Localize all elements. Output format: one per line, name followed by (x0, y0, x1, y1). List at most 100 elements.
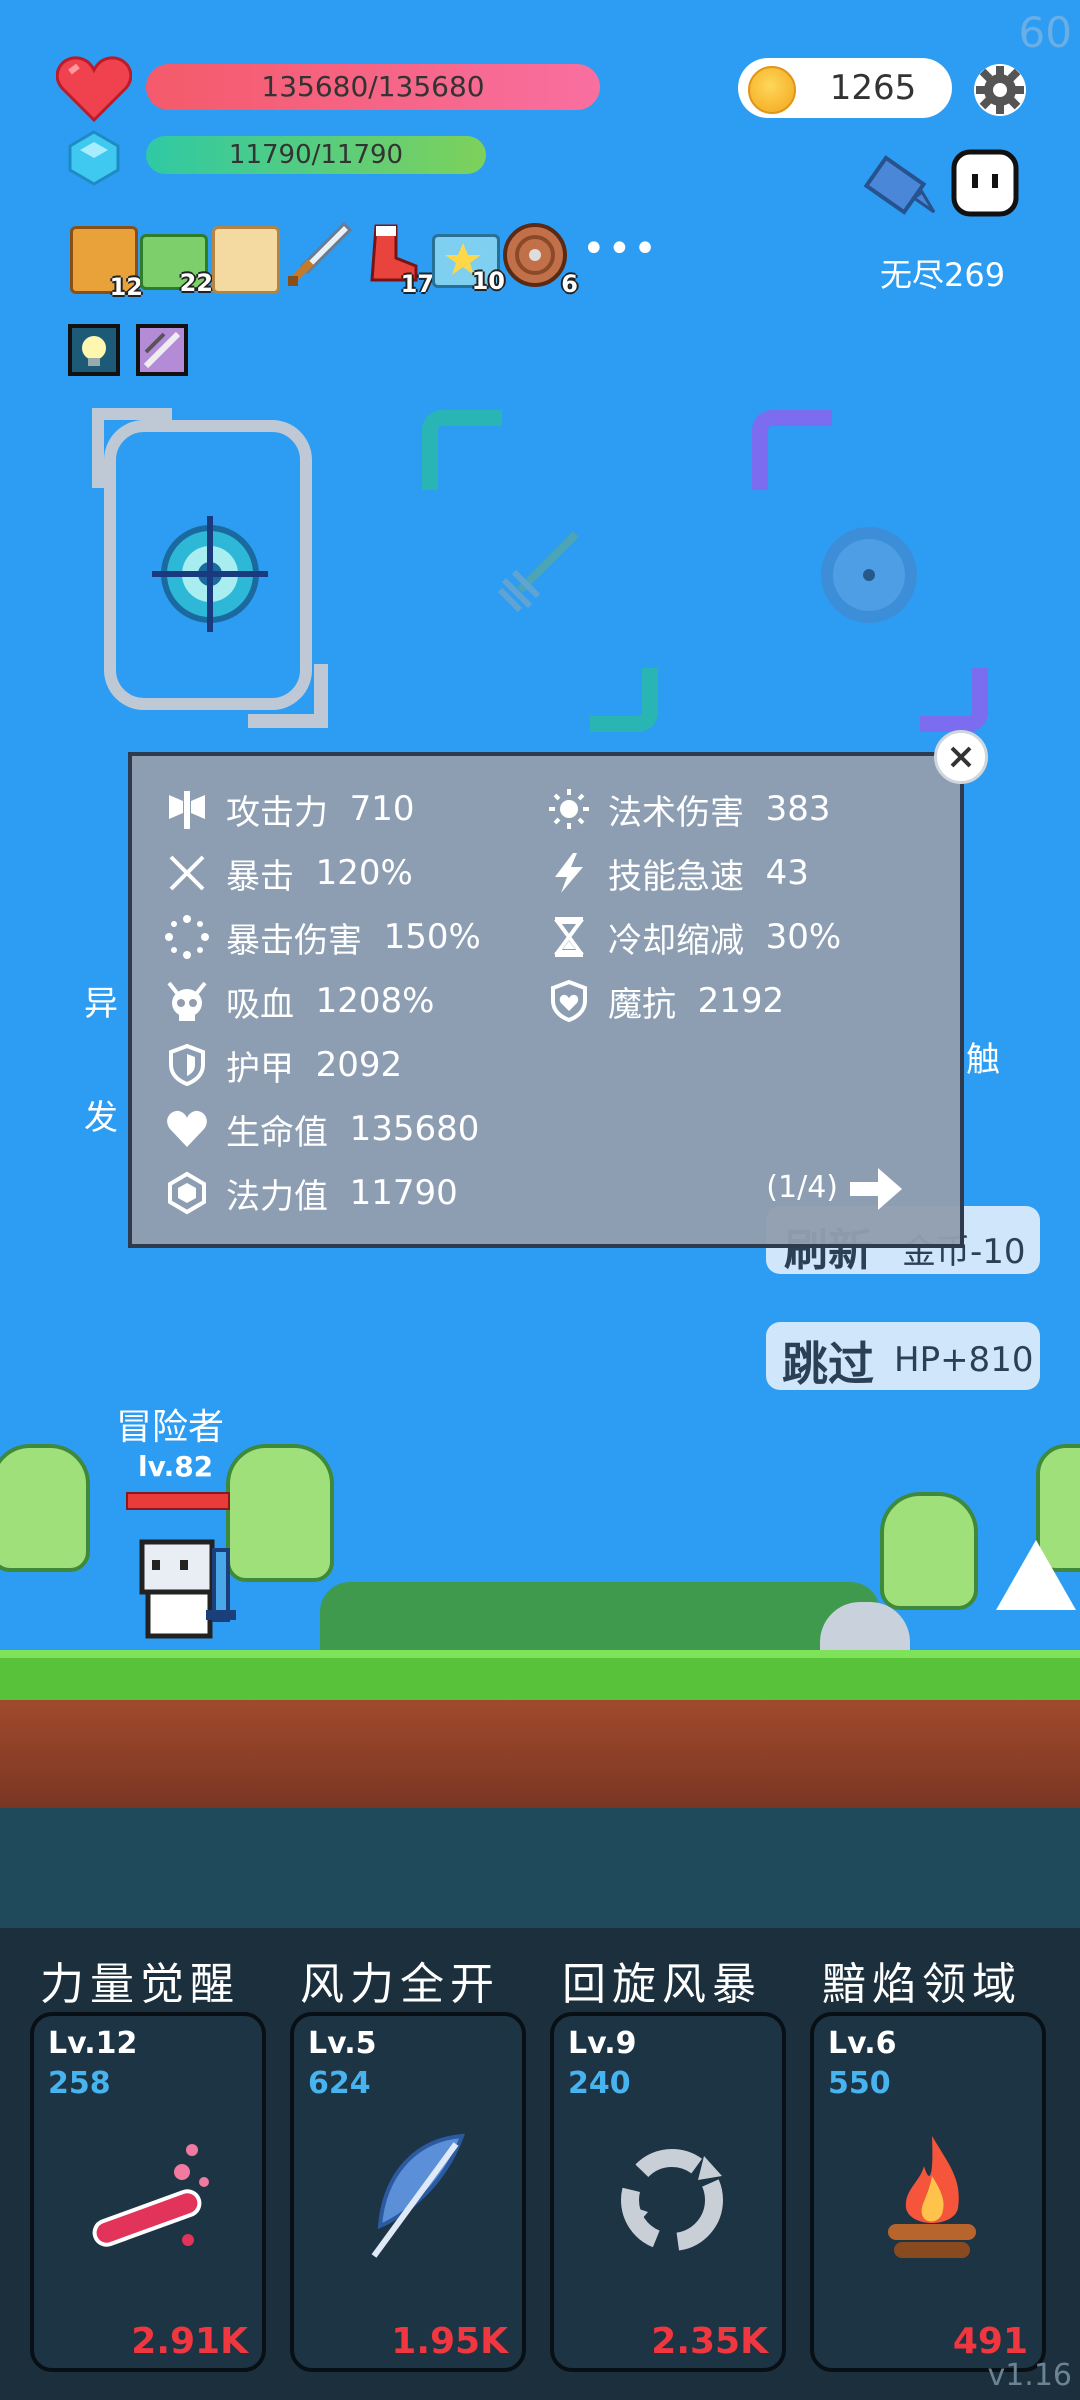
stat-value: 120% (315, 853, 413, 893)
stat-value: 2092 (315, 1045, 403, 1085)
stat-value: 710 (349, 789, 415, 829)
stat-magic-resist: 魔抗 2192 (544, 976, 784, 1026)
skip-label: 跳过 (782, 1337, 874, 1391)
sword-icon[interactable] (284, 220, 354, 290)
skill-damage: 491 (952, 2321, 1028, 2362)
next-page-arrow-icon[interactable] (848, 1164, 904, 1214)
skip-button[interactable]: 跳过 HP+810 (766, 1322, 1040, 1391)
fish-icon[interactable] (862, 146, 942, 226)
shield-round-icon[interactable]: 6 (502, 222, 578, 298)
hidden-label-left-top: 异 (84, 984, 118, 1024)
skill-level: Lv.9 (568, 2026, 637, 2061)
stat-value: 135680 (349, 1109, 480, 1149)
campfire-icon (864, 2116, 1000, 2276)
stat-value: 383 (765, 789, 831, 829)
hp-bar: 135680/135680 (146, 64, 600, 110)
endless-stage-label: 无尽269 (880, 256, 1006, 294)
skill-cost: 624 (308, 2066, 371, 2101)
cash-icon[interactable]: 22 (140, 234, 213, 297)
ground-dirt (0, 1700, 1080, 1808)
skill-title: 力量觉醒 (40, 1959, 240, 2010)
close-icon[interactable] (934, 730, 988, 784)
selection-corner (248, 664, 328, 728)
mp-bar: 11790/11790 (146, 136, 486, 174)
tent (996, 1540, 1076, 1610)
coin-counter: 1265 (738, 58, 952, 118)
selection-corner (920, 668, 988, 732)
skill-card-wind[interactable]: Lv.5 624 1.95K (290, 2012, 526, 2372)
crosshair-icon[interactable] (148, 512, 272, 636)
stat-label: 魔抗 (608, 984, 676, 1025)
cycle-icon (604, 2116, 740, 2276)
stat-value: 2192 (697, 981, 785, 1021)
pitchfork-icon[interactable] (490, 520, 590, 620)
stat-label: 暴击伤害 (226, 920, 362, 961)
skill-card-dark-flame[interactable]: Lv.6 550 491 (810, 2012, 1046, 2372)
stat-label: 冷却缩减 (608, 920, 744, 961)
stat-value: 150% (383, 917, 481, 957)
sawblade-icon[interactable] (814, 520, 924, 630)
skill-cost: 240 (568, 2066, 631, 2101)
skill-damage: 2.91K (131, 2321, 248, 2362)
stats-popup: 攻击力 710 暴击 120% 暴击伤害 150% 吸血 1208% 护甲 20… (128, 752, 964, 1248)
stat-cooldown-reduction: 冷却缩减 30% (544, 912, 841, 962)
blade-buff-icon[interactable] (136, 324, 188, 376)
stat-value: 30% (765, 917, 842, 957)
stat-label: 暴击 (226, 856, 294, 897)
skill-title: 风力全开 (300, 1959, 500, 2010)
stat-ability-haste: 技能急速 43 (544, 848, 809, 898)
stat-spell-damage: 法术伤害 383 (544, 784, 831, 834)
skill-title: 黯焰领域 (822, 1959, 1022, 2010)
hidden-label-left-bottom: 发 (84, 1098, 118, 1138)
feather-icon (344, 2116, 480, 2276)
ghost-icon[interactable] (948, 146, 1022, 222)
coin-amount: 1265 (829, 68, 917, 108)
hidden-label-right: 触 (966, 1040, 1000, 1080)
hero-hp-bar (126, 1492, 230, 1510)
boot-icon[interactable]: 17 (362, 222, 434, 298)
hero-name: 冒险者 (116, 1407, 225, 1448)
selection-corner (590, 668, 658, 732)
star-card-icon[interactable]: 10 (432, 234, 505, 295)
scroll-icon[interactable] (212, 226, 280, 294)
lightning-icon (544, 848, 594, 898)
dotted-circle-icon (162, 912, 212, 962)
hourglass-icon (544, 912, 594, 962)
page-indicator: (1/4) (766, 1170, 838, 1205)
gear-icon[interactable] (968, 58, 1032, 122)
skill-title: 回旋风暴 (562, 1959, 762, 2010)
stat-label: 法术伤害 (608, 792, 744, 833)
stat-value: 11790 (349, 1173, 458, 1213)
axe-icon (162, 784, 212, 834)
selection-corner (752, 410, 832, 490)
stat-label: 吸血 (226, 984, 294, 1025)
heart-shield-icon (544, 976, 594, 1026)
lightbulb-buff-icon[interactable] (68, 324, 120, 376)
skill-card-strength[interactable]: Lv.12 258 2.91K (30, 2012, 266, 2372)
skill-cost: 550 (828, 2066, 891, 2101)
shield-icon (162, 1040, 212, 1090)
tree (880, 1492, 978, 1610)
crossed-swords-icon (162, 848, 212, 898)
bushes (320, 1582, 880, 1652)
skill-level: Lv.12 (48, 2026, 138, 2061)
skill-damage: 2.35K (651, 2321, 768, 2362)
hero-level: lv.82 (138, 1450, 214, 1483)
tree (0, 1444, 90, 1572)
item-count: 22 (179, 269, 213, 297)
stat-armor: 护甲 2092 (162, 1040, 402, 1090)
ground-grass (0, 1650, 1080, 1706)
coin-icon (748, 66, 796, 114)
skill-card-whirlwind[interactable]: Lv.9 240 2.35K (550, 2012, 786, 2372)
mana-crystal-icon (66, 130, 122, 186)
stat-value: 43 (765, 853, 809, 893)
item-count: 12 (109, 273, 143, 301)
skip-reward: HP+810 (894, 1340, 1034, 1380)
stat-mana: 法力值 11790 (162, 1168, 458, 1218)
version-label: v1.16 (987, 2358, 1072, 2393)
knight-sprite[interactable] (128, 1530, 248, 1650)
more-items-button[interactable]: ••• (582, 226, 659, 272)
book-icon[interactable]: 12 (70, 226, 143, 301)
stat-crit-damage: 暴击伤害 150% (162, 912, 481, 962)
stat-lifesteal: 吸血 1208% (162, 976, 434, 1026)
